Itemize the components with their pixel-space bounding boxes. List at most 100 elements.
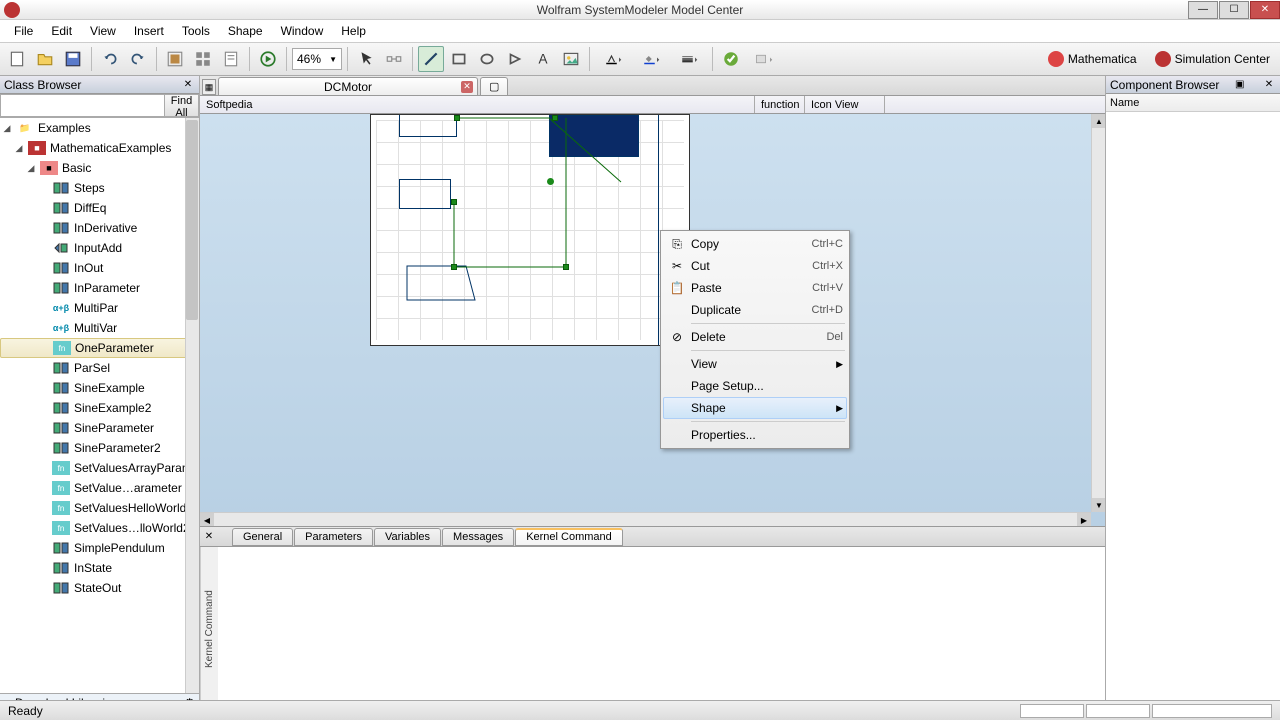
tab-variables[interactable]: Variables <box>374 528 441 546</box>
toolbar: 46%▼ A Mathematica Simulation Center <box>0 42 1280 76</box>
run-dropdown[interactable] <box>746 46 782 72</box>
ellipse-tool[interactable] <box>474 46 500 72</box>
fill-color[interactable] <box>633 46 669 72</box>
mathematica-link[interactable]: Mathematica <box>1042 49 1143 69</box>
zoom-combo[interactable]: 46%▼ <box>292 48 342 70</box>
panel-pin-icon[interactable]: ▣ <box>1233 78 1247 92</box>
view2-button[interactable] <box>190 46 216 72</box>
list-item[interactable]: fnSetValuesHelloWorld <box>0 498 199 518</box>
new-button[interactable] <box>4 46 30 72</box>
save-button[interactable] <box>60 46 86 72</box>
block-icon <box>52 221 70 235</box>
menu-help[interactable]: Help <box>333 22 374 40</box>
list-item[interactable]: fnSetValues…lloWorld2 <box>0 518 199 538</box>
view-mode[interactable]: Icon View <box>805 96 885 113</box>
open-button[interactable] <box>32 46 58 72</box>
validate-button[interactable] <box>718 46 744 72</box>
list-item[interactable]: SineExample <box>0 378 199 398</box>
list-item[interactable]: fnSetValuesArrayParam <box>0 458 199 478</box>
menu-edit[interactable]: Edit <box>43 22 80 40</box>
stroke-color[interactable] <box>595 46 631 72</box>
menu-insert[interactable]: Insert <box>126 22 172 40</box>
panel-close-icon[interactable]: ✕ <box>181 78 195 92</box>
ctx-properties[interactable]: Properties... <box>663 424 847 446</box>
simulation-center-link[interactable]: Simulation Center <box>1149 49 1276 69</box>
tab-parameters[interactable]: Parameters <box>294 528 373 546</box>
tree-scrollbar[interactable] <box>185 118 199 693</box>
drawing-canvas[interactable] <box>370 114 690 346</box>
column-header-name[interactable]: Name <box>1106 94 1280 112</box>
ctx-delete[interactable]: ⊘DeleteDel <box>663 326 847 348</box>
undo-button[interactable] <box>97 46 123 72</box>
list-item[interactable]: SineParameter <box>0 418 199 438</box>
minimize-button[interactable]: — <box>1188 1 1218 19</box>
close-button[interactable]: ✕ <box>1250 1 1280 19</box>
kernel-command-pane[interactable]: Kernel Command <box>200 546 1105 711</box>
line-style[interactable] <box>671 46 707 72</box>
list-item[interactable]: SineParameter2 <box>0 438 199 458</box>
list-item[interactable]: InputAdd <box>0 238 199 258</box>
tab-kernel-command[interactable]: Kernel Command <box>515 528 623 546</box>
list-item[interactable]: DiffEq <box>0 198 199 218</box>
list-item[interactable]: ParSel <box>0 358 199 378</box>
class-tree[interactable]: ◢📁Examples ◢■MathematicaExamples ◢■Basic… <box>0 118 199 693</box>
simcenter-icon <box>1155 51 1171 67</box>
vertical-scrollbar[interactable]: ▲▼ <box>1091 114 1105 512</box>
rect-tool[interactable] <box>446 46 472 72</box>
ctx-shape[interactable]: Shape▶ <box>663 397 847 419</box>
selected-line[interactable] <box>451 115 661 275</box>
view1-button[interactable] <box>162 46 188 72</box>
ctx-paste[interactable]: 📋PasteCtrl+V <box>663 277 847 299</box>
context-menu[interactable]: ⎘CopyCtrl+C ✂CutCtrl+X 📋PasteCtrl+V Dupl… <box>660 230 850 449</box>
list-item[interactable]: InParameter <box>0 278 199 298</box>
list-item-selected[interactable]: fnOneParameter <box>0 338 199 358</box>
close-panel-icon[interactable]: ✕ <box>202 530 216 544</box>
list-item[interactable]: α+βMultiVar <box>0 318 199 338</box>
image-tool[interactable] <box>558 46 584 72</box>
ctx-view[interactable]: View▶ <box>663 353 847 375</box>
shape-rect[interactable] <box>399 115 457 137</box>
maximize-button[interactable]: ☐ <box>1219 1 1249 19</box>
tab-general[interactable]: General <box>232 528 293 546</box>
canvas-area[interactable]: ▲▼ ◀▶ <box>200 114 1105 526</box>
horizontal-scrollbar[interactable]: ◀▶ <box>200 512 1091 526</box>
view3-button[interactable] <box>218 46 244 72</box>
list-item[interactable]: Steps <box>0 178 199 198</box>
list-item[interactable]: SineExample2 <box>0 398 199 418</box>
model-kind: function <box>755 96 805 113</box>
list-item[interactable]: fnSetValue…arameter <box>0 478 199 498</box>
text-tool[interactable]: A <box>530 46 556 72</box>
redo-button[interactable] <box>125 46 151 72</box>
polygon-tool[interactable] <box>502 46 528 72</box>
folder-icon: 📁 <box>16 121 34 135</box>
panel-close-icon[interactable]: ✕ <box>1262 78 1276 92</box>
ctx-cut[interactable]: ✂CutCtrl+X <box>663 255 847 277</box>
class-search-input[interactable] <box>0 94 164 117</box>
list-item[interactable]: InState <box>0 558 199 578</box>
pointer-tool[interactable] <box>353 46 379 72</box>
menu-shape[interactable]: Shape <box>220 22 271 40</box>
tab-close-icon[interactable]: ✕ <box>461 81 473 93</box>
class-browser-panel: Class Browser ✕ Find All ◢📁Examples ◢■Ma… <box>0 76 200 711</box>
tab-list-icon[interactable]: ▦ <box>202 79 216 95</box>
shape-rect-2[interactable] <box>399 179 451 209</box>
ctx-duplicate[interactable]: DuplicateCtrl+D <box>663 299 847 321</box>
ctx-page-setup[interactable]: Page Setup... <box>663 375 847 397</box>
menu-file[interactable]: File <box>6 22 41 40</box>
ctx-copy[interactable]: ⎘CopyCtrl+C <box>663 233 847 255</box>
tab-dcmotor[interactable]: DCMotor✕ <box>218 77 478 95</box>
find-all-button[interactable]: Find All <box>164 94 199 117</box>
menu-tools[interactable]: Tools <box>174 22 218 40</box>
menu-view[interactable]: View <box>82 22 124 40</box>
tab-new[interactable]: ▢ <box>480 77 508 95</box>
connect-tool[interactable] <box>381 46 407 72</box>
list-item[interactable]: SimplePendulum <box>0 538 199 558</box>
menu-window[interactable]: Window <box>273 22 332 40</box>
list-item[interactable]: InDerivative <box>0 218 199 238</box>
line-tool[interactable] <box>418 46 444 72</box>
simulate-button[interactable] <box>255 46 281 72</box>
list-item[interactable]: StateOut <box>0 578 199 598</box>
list-item[interactable]: α+βMultiPar <box>0 298 199 318</box>
list-item[interactable]: InOut <box>0 258 199 278</box>
tab-messages[interactable]: Messages <box>442 528 514 546</box>
